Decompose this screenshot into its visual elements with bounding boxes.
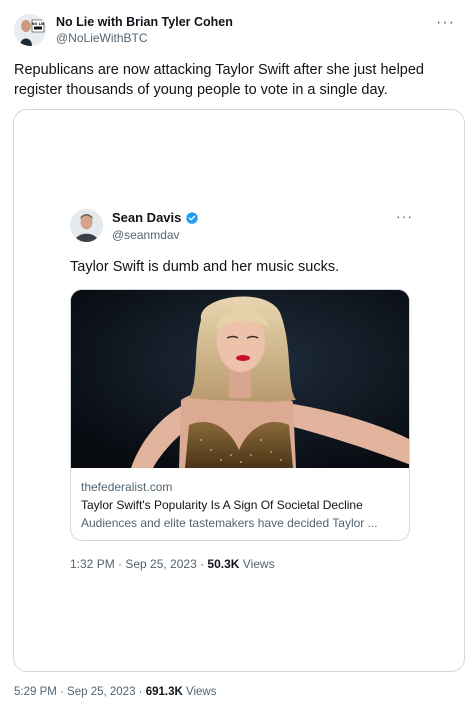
author-handle[interactable]: @NoLieWithBTC xyxy=(56,31,148,45)
link-card-domain: thefederalist.com xyxy=(81,480,173,494)
link-card-image[interactable] xyxy=(71,290,409,468)
avatar[interactable]: NO LIE xyxy=(14,14,46,46)
more-horizontal-icon[interactable]: ··· xyxy=(396,208,413,224)
quoted-tweet-text: Taylor Swift is dumb and her music sucks… xyxy=(70,259,340,275)
more-horizontal-icon[interactable]: ··· xyxy=(436,14,455,32)
author-name[interactable]: No Lie with Brian Tyler Cohen xyxy=(56,15,233,29)
avatar-image: NO LIE xyxy=(14,14,46,46)
quoted-tweet-time[interactable]: 1:32 PM · Sep 25, 2023 · xyxy=(70,557,207,571)
tweet-text: Republicans are now attacking Taylor Swi… xyxy=(14,62,424,98)
link-card[interactable]: thefederalist.com Taylor Swift's Popular… xyxy=(70,289,410,541)
quoted-avatar-image xyxy=(70,209,103,242)
tweet-meta: 5:29 PM · Sep 25, 2023 · 691.3K Views xyxy=(14,686,216,698)
link-card-title: Taylor Swift's Popularity Is A Sign Of S… xyxy=(81,498,363,512)
tweet-time[interactable]: 5:29 PM · Sep 25, 2023 · xyxy=(14,686,146,698)
link-card-description: Audiences and elite tastemakers have dec… xyxy=(81,516,378,530)
quoted-tweet-views-label: Views xyxy=(239,557,275,571)
tweet-views-count: 691.3K xyxy=(145,686,183,698)
quoted-author-name[interactable]: Sean Davis xyxy=(112,210,181,225)
tweet-views-label: Views xyxy=(182,686,217,698)
quoted-author-name-row[interactable]: Sean Davis xyxy=(112,210,199,225)
performer-photo xyxy=(71,290,409,468)
quoted-avatar[interactable] xyxy=(70,209,103,242)
verified-badge-icon xyxy=(185,211,199,225)
quoted-tweet-views-count: 50.3K xyxy=(207,557,240,571)
avatar-badge-text: NO LIE xyxy=(31,22,45,26)
quoted-author-handle[interactable]: @seanmdav xyxy=(112,228,180,242)
tweet-header: NO LIE No Lie with Brian Tyler Cohen @No… xyxy=(14,12,461,48)
quoted-tweet-meta: 1:32 PM · Sep 25, 2023 · 50.3K Views xyxy=(70,557,275,571)
